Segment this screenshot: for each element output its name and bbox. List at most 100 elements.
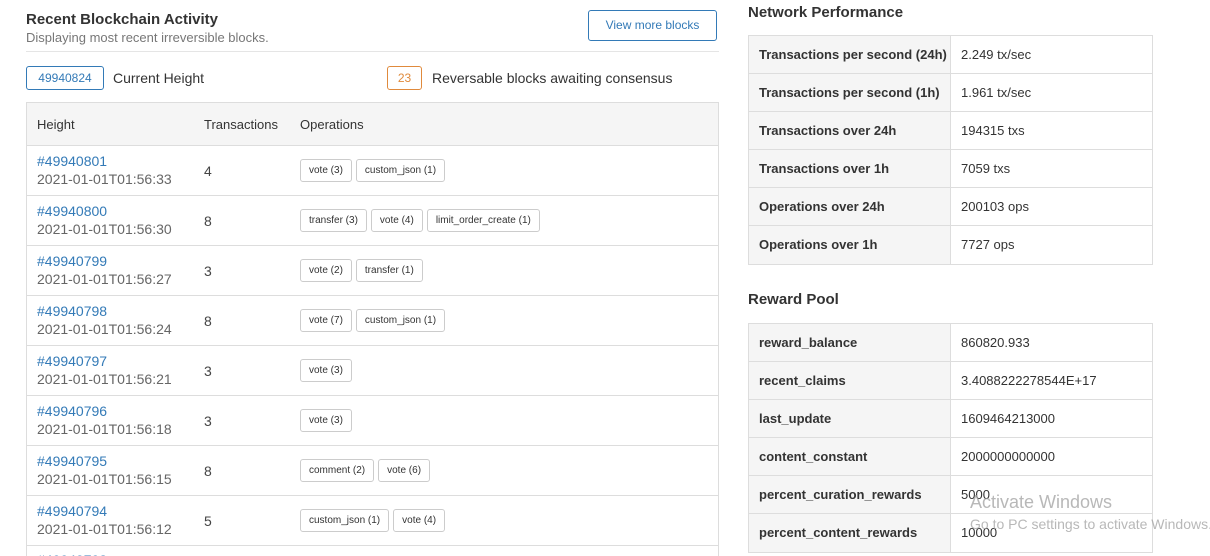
operations-list: vote (3)	[300, 359, 352, 382]
network-stat-row: Operations over 24h 200103 ops	[749, 188, 1152, 226]
operations-list: vote (3) custom_json (1)	[300, 159, 446, 182]
operation-tag[interactable]: vote (6)	[378, 459, 431, 482]
operation-tag[interactable]: comment (2)	[300, 459, 375, 482]
reward-pool-row: recent_claims 3.4088222278544E+17	[749, 362, 1152, 400]
table-row: #49940800 2021-01-01T01:56:30 8 transfer (3…	[27, 196, 718, 246]
table-row: #49940801 2021-01-01T01:56:33 4 vote (3) cus…	[27, 146, 718, 196]
block-timestamp: 2021-01-01T01:56:15	[37, 471, 172, 487]
stat-value: 1609464213000	[961, 411, 1055, 426]
operation-tag[interactable]: transfer (1)	[355, 259, 423, 282]
operations-list: vote (7) custom_json (1)	[300, 309, 446, 332]
operation-tag[interactable]: custom_json (1)	[355, 309, 446, 332]
network-stat-row: Transactions over 24h 194315 txs	[749, 112, 1152, 150]
transaction-count: 3	[204, 413, 212, 429]
stat-label: last_update	[749, 400, 951, 437]
operations-list: transfer (3) vote (4) limit_order_create (…	[300, 209, 540, 232]
transaction-count: 3	[204, 263, 212, 279]
stat-value: 3.4088222278544E+17	[961, 373, 1097, 388]
stat-value: 194315 txs	[961, 123, 1025, 138]
transaction-count: 5	[204, 513, 212, 529]
divider	[26, 51, 719, 52]
operation-tag[interactable]: vote (4)	[393, 509, 446, 532]
reward-pool-table: reward_balance 860820.933 recent_claims 3.4…	[748, 323, 1153, 553]
block-height-link[interactable]: #49940793	[37, 552, 107, 556]
network-stat-row: Transactions over 1h 7059 txs	[749, 150, 1152, 188]
operation-tag[interactable]: limit_order_create (1)	[426, 209, 540, 232]
operations-list: vote (2) transfer (1)	[300, 259, 423, 282]
block-timestamp: 2021-01-01T01:56:21	[37, 371, 172, 387]
table-row: #49940799 2021-01-01T01:56:27 3 vote (2) tra…	[27, 246, 718, 296]
block-timestamp: 2021-01-01T01:56:18	[37, 421, 172, 437]
table-row: #49940794 2021-01-01T01:56:12 5 custom_json…	[27, 496, 718, 546]
reversible-blocks-group: 23 Reversable blocks awaiting consensus	[387, 66, 672, 90]
stat-label: reward_balance	[749, 324, 951, 361]
block-height-link[interactable]: #49940800	[37, 203, 107, 219]
reversible-count-badge: 23	[387, 66, 422, 90]
operation-tag[interactable]: vote (3)	[300, 409, 352, 432]
operations-list: custom_json (1) vote (4)	[300, 509, 446, 532]
operations-list: vote (3)	[300, 409, 352, 432]
table-body: #49940801 2021-01-01T01:56:33 4 vote (3) cus…	[27, 146, 718, 546]
table-row: #49940796 2021-01-01T01:56:18 3 vote (3)	[27, 396, 718, 446]
stat-label: Transactions per second (1h)	[749, 74, 951, 111]
block-timestamp: 2021-01-01T01:56:27	[37, 271, 172, 287]
operation-tag[interactable]: vote (7)	[300, 309, 352, 332]
stat-value: 860820.933	[961, 335, 1030, 350]
blocks-table: Height Transactions Operations #49940801…	[26, 102, 719, 556]
block-timestamp: 2021-01-01T01:56:30	[37, 221, 172, 237]
block-height-link[interactable]: #49940794	[37, 503, 107, 519]
operation-tag[interactable]: custom_json (1)	[300, 509, 390, 532]
stat-value: 2000000000000	[961, 449, 1055, 464]
column-height: Height	[37, 117, 75, 132]
transaction-count: 8	[204, 213, 212, 229]
stat-value: 2.249 tx/sec	[961, 47, 1032, 62]
block-height-link[interactable]: #49940797	[37, 353, 107, 369]
operation-tag[interactable]: custom_json (1)	[355, 159, 446, 182]
block-timestamp: 2021-01-01T01:56:12	[37, 521, 172, 537]
stat-value: 7727 ops	[961, 237, 1015, 252]
operation-tag[interactable]: transfer (3)	[300, 209, 367, 232]
block-height-link[interactable]: #49940798	[37, 303, 107, 319]
table-header: Height Transactions Operations	[27, 103, 718, 146]
transaction-count: 8	[204, 463, 212, 479]
stat-label: percent_curation_rewards	[749, 476, 951, 513]
stat-label: Operations over 24h	[749, 188, 951, 225]
reward-pool-title: Reward Pool	[748, 291, 839, 308]
stat-label: Transactions over 1h	[749, 150, 951, 187]
stat-label: Transactions over 24h	[749, 112, 951, 149]
stat-label: percent_content_rewards	[749, 514, 951, 552]
block-height-link[interactable]: #49940795	[37, 453, 107, 469]
current-height-label: Current Height	[113, 70, 205, 86]
recent-activity-title: Recent Blockchain Activity	[26, 11, 219, 28]
view-more-blocks-button[interactable]: View more blocks	[588, 10, 717, 41]
column-operations: Operations	[300, 117, 364, 132]
network-performance-table: Transactions per second (24h) 2.249 tx/se…	[748, 35, 1153, 265]
operation-tag[interactable]: vote (4)	[370, 209, 423, 232]
network-stat-row: Transactions per second (24h) 2.249 tx/se…	[749, 36, 1152, 74]
network-performance-title: Network Performance	[748, 4, 904, 21]
current-height-group: 49940824 Current Height	[26, 66, 204, 90]
table-row: #49940797 2021-01-01T01:56:21 3 vote (3)	[27, 346, 718, 396]
block-height-link[interactable]: #49940796	[37, 403, 107, 419]
reward-pool-row: reward_balance 860820.933	[749, 324, 1152, 362]
operation-tag[interactable]: vote (3)	[300, 159, 352, 182]
reversible-label: Reversable blocks awaiting consensus	[432, 70, 673, 86]
stat-value: 1.961 tx/sec	[961, 85, 1032, 100]
stat-value: 5000	[961, 487, 990, 502]
stats-panel: Network Performance Transactions per sec…	[748, 0, 1210, 556]
current-height-badge: 49940824	[26, 66, 104, 90]
operation-tag[interactable]: vote (3)	[300, 359, 352, 382]
table-row: #49940795 2021-01-01T01:56:15 8 comment (2)…	[27, 446, 718, 496]
block-height-link[interactable]: #49940799	[37, 253, 107, 269]
recent-activity-panel: Recent Blockchain Activity Displaying mo…	[26, 0, 719, 556]
stat-label: recent_claims	[749, 362, 951, 399]
network-stat-row: Transactions per second (1h) 1.961 tx/sec	[749, 74, 1152, 112]
transaction-count: 8	[204, 313, 212, 329]
stat-label: content_constant	[749, 438, 951, 475]
reward-pool-row: percent_content_rewards 10000	[749, 514, 1152, 552]
reward-pool-row: percent_curation_rewards 5000	[749, 476, 1152, 514]
stat-label: Transactions per second (24h)	[749, 36, 951, 73]
operation-tag[interactable]: vote (2)	[300, 259, 352, 282]
block-height-link[interactable]: #49940801	[37, 153, 107, 169]
stat-value: 7059 txs	[961, 161, 1011, 176]
